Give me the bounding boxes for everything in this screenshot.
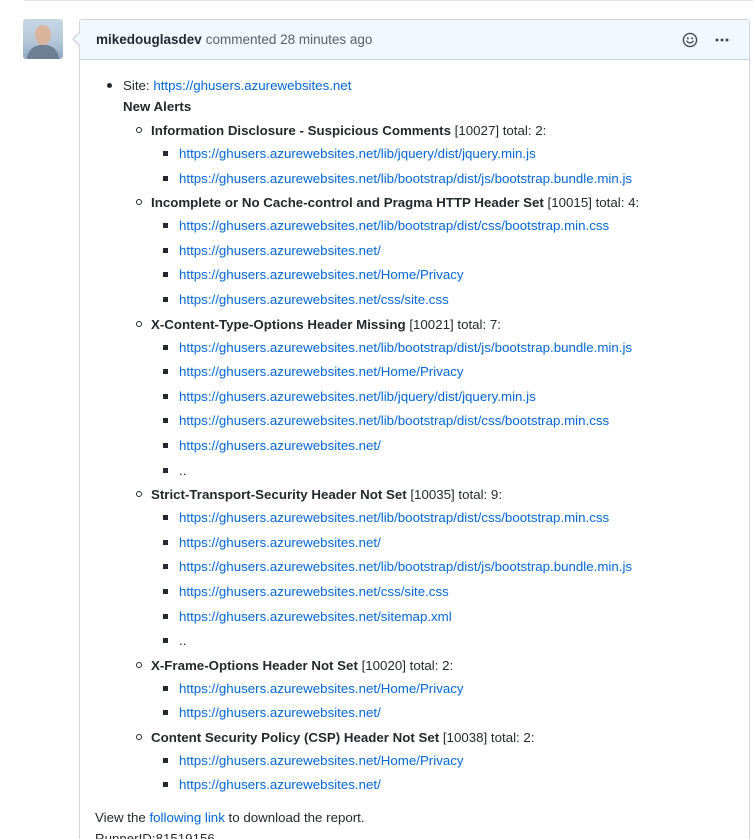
alert-url-item: https://ghusers.azurewebsites.net/Home/P… [163, 678, 734, 699]
author-avatar[interactable] [23, 19, 63, 59]
alert-meta: [10020] total: 2: [357, 657, 454, 673]
alert-url-link[interactable]: https://ghusers.azurewebsites.net/css/si… [179, 292, 449, 307]
site-item: Site: https://ghusers.azurewebsites.net … [107, 75, 734, 795]
alert-url-item: https://ghusers.azurewebsites.net/ [163, 774, 734, 795]
alert-url-item: https://ghusers.azurewebsites.net/lib/jq… [163, 386, 734, 407]
alert-url-link[interactable]: https://ghusers.azurewebsites.net/lib/bo… [179, 340, 632, 355]
smiley-icon[interactable] [681, 31, 699, 49]
comment-action: commented 28 minutes ago [206, 32, 373, 47]
alert-url-item: https://ghusers.azurewebsites.net/lib/jq… [163, 143, 734, 164]
alert-url-item: https://ghusers.azurewebsites.net/Home/P… [163, 750, 734, 771]
alert-url-item: https://ghusers.azurewebsites.net/lib/bo… [163, 337, 734, 358]
report-footer: View the following link to download the … [95, 807, 734, 839]
alert-name: Strict-Transport-Security Header Not Set [151, 487, 407, 503]
alert-url-link[interactable]: https://ghusers.azurewebsites.net/lib/bo… [179, 413, 609, 428]
header-actions [681, 31, 731, 49]
alert-url-item: https://ghusers.azurewebsites.net/lib/bo… [163, 507, 734, 528]
alerts-list: Information Disclosure - Suspicious Comm… [123, 120, 734, 795]
new-alerts-heading: New Alerts [123, 99, 192, 114]
timeline-divider [24, 0, 753, 1]
alert-item: X-Frame-Options Header Not Set [10020] t… [136, 655, 734, 724]
alert-url-item: .. [163, 460, 734, 481]
alert-url-link[interactable]: https://ghusers.azurewebsites.net/ [179, 243, 381, 258]
alert-url-link[interactable]: https://ghusers.azurewebsites.net/ [179, 438, 381, 453]
alert-url-list: https://ghusers.azurewebsites.net/lib/jq… [151, 143, 734, 189]
alert-url-list: https://ghusers.azurewebsites.net/Home/P… [151, 678, 734, 724]
alert-name: Information Disclosure - Suspicious Comm… [151, 123, 451, 138]
alert-url-link[interactable]: https://ghusers.azurewebsites.net/ [179, 535, 381, 550]
comment-header: mikedouglasdev commented 28 minutes ago [80, 20, 749, 60]
alert-url-item: https://ghusers.azurewebsites.net/lib/bo… [163, 556, 734, 577]
alert-url-link[interactable]: https://ghusers.azurewebsites.net/Home/P… [179, 753, 464, 768]
alert-name: Content Security Policy (CSP) Header Not… [151, 729, 440, 745]
comment-box: mikedouglasdev commented 28 minutes ago [72, 19, 750, 839]
download-suffix: to download the report. [224, 810, 365, 826]
comment-body: Site: https://ghusers.azurewebsites.net … [80, 60, 749, 839]
alert-url-item: https://ghusers.azurewebsites.net/css/si… [163, 289, 734, 310]
alert-url-item: https://ghusers.azurewebsites.net/Home/P… [163, 361, 734, 382]
site-list: Site: https://ghusers.azurewebsites.net … [95, 75, 734, 795]
alert-url-list: https://ghusers.azurewebsites.net/lib/bo… [151, 337, 734, 481]
alert-url-item: https://ghusers.azurewebsites.net/lib/bo… [163, 215, 734, 236]
alert-url-link[interactable]: https://ghusers.azurewebsites.net/lib/bo… [179, 510, 609, 525]
alert-item: Strict-Transport-Security Header Not Set… [136, 484, 734, 651]
alert-meta: [10038] total: 2: [439, 729, 535, 745]
download-line: View the following link to download the … [95, 807, 734, 828]
kebab-horizontal-icon[interactable] [713, 31, 731, 49]
alert-url-link[interactable]: https://ghusers.azurewebsites.net/css/si… [179, 584, 449, 599]
avatar-shoulders [27, 45, 59, 59]
alert-meta: [10015] total: 4: [543, 195, 640, 211]
alert-url-link[interactable]: https://ghusers.azurewebsites.net/lib/bo… [179, 218, 609, 233]
alert-url-item: https://ghusers.azurewebsites.net/ [163, 702, 734, 723]
alert-url-item: https://ghusers.azurewebsites.net/Home/P… [163, 264, 734, 285]
download-prefix: View the [95, 810, 150, 826]
runner-id: RunnerID:81519156 [95, 831, 215, 839]
alert-name: X-Content-Type-Options Header Missing [151, 316, 406, 332]
alert-url-link[interactable]: https://ghusers.azurewebsites.net/sitema… [179, 609, 452, 624]
alert-meta: [10027] total: 2: [450, 123, 547, 138]
alert-item: X-Content-Type-Options Header Missing [1… [136, 314, 734, 481]
alert-url-link[interactable]: https://ghusers.azurewebsites.net/lib/jq… [179, 389, 536, 404]
alert-url-list: https://ghusers.azurewebsites.net/lib/bo… [151, 215, 734, 310]
alert-url-list: https://ghusers.azurewebsites.net/Home/P… [151, 750, 734, 796]
site-label: Site: [123, 78, 150, 93]
alert-url-item: https://ghusers.azurewebsites.net/ [163, 532, 734, 553]
alert-url-ellipsis: .. [179, 462, 187, 478]
alert-name: Incomplete or No Cache-control and Pragm… [151, 195, 544, 211]
alert-url-link[interactable]: https://ghusers.azurewebsites.net/ [179, 705, 381, 720]
alert-url-link[interactable]: https://ghusers.azurewebsites.net/lib/bo… [179, 171, 632, 186]
alert-item: Content Security Policy (CSP) Header Not… [136, 727, 734, 796]
alert-meta: [10021] total: 7: [405, 316, 501, 332]
avatar-face [35, 25, 51, 45]
alert-url-item: https://ghusers.azurewebsites.net/css/si… [163, 581, 734, 602]
site-link[interactable]: https://ghusers.azurewebsites.net [153, 78, 351, 93]
alert-url-item: https://ghusers.azurewebsites.net/lib/bo… [163, 168, 734, 189]
author-link[interactable]: mikedouglasdev [96, 32, 202, 47]
alert-item: Information Disclosure - Suspicious Comm… [136, 120, 734, 189]
alert-url-link[interactable]: https://ghusers.azurewebsites.net/Home/P… [179, 681, 464, 696]
alert-url-list: https://ghusers.azurewebsites.net/lib/bo… [151, 507, 734, 651]
alert-url-item: https://ghusers.azurewebsites.net/lib/bo… [163, 410, 734, 431]
alert-url-link[interactable]: https://ghusers.azurewebsites.net/Home/P… [179, 267, 464, 282]
alert-url-item: https://ghusers.azurewebsites.net/ [163, 240, 734, 261]
alert-item: Incomplete or No Cache-control and Pragm… [136, 192, 734, 310]
commented-text: commented [205, 32, 277, 47]
alert-url-link[interactable]: https://ghusers.azurewebsites.net/Home/P… [179, 364, 464, 379]
alert-url-item: .. [163, 630, 734, 651]
alert-url-item: https://ghusers.azurewebsites.net/sitema… [163, 606, 734, 627]
alert-url-link[interactable]: https://ghusers.azurewebsites.net/lib/bo… [179, 559, 632, 574]
alert-url-ellipsis: .. [179, 633, 187, 649]
comment-timestamp[interactable]: 28 minutes ago [280, 32, 372, 47]
report-download-link[interactable]: following link [149, 810, 224, 825]
alert-url-link[interactable]: https://ghusers.azurewebsites.net/ [179, 777, 381, 792]
alert-meta: [10035] total: 9: [406, 487, 503, 503]
alert-url-item: https://ghusers.azurewebsites.net/ [163, 435, 734, 456]
alert-url-link[interactable]: https://ghusers.azurewebsites.net/lib/jq… [179, 146, 536, 161]
alert-name: X-Frame-Options Header Not Set [151, 657, 358, 673]
